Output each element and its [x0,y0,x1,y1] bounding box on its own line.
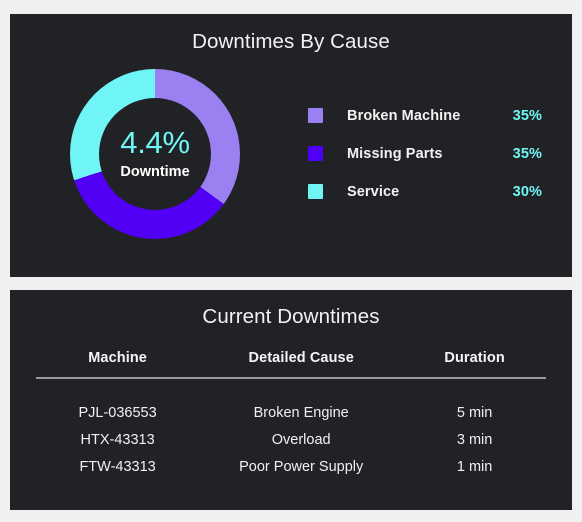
cell-machine: PJL-036553 [78,405,157,421]
donut-center: 4.4% Downtime [99,97,211,210]
legend-color-swatch-icon [308,108,323,123]
table-row[interactable]: FTW-43313 Poor Power Supply 1 min [36,454,546,481]
page-title: Downtimes By Cause [192,30,390,53]
cell-duration: 5 min [456,405,493,421]
chart-legend: Broken Machine 35% Missing Parts 35% Service… [300,108,572,200]
table-column-header[interactable]: Duration [403,349,546,379]
cell-duration: 3 min [456,432,493,448]
legend-color-swatch-icon [308,184,323,199]
legend-item-label: Missing Parts [347,145,443,162]
legend-item[interactable]: Service 30% [308,184,542,200]
donut-center-value: 4.4% [120,125,190,161]
legend-item-percent: 30% [512,183,542,200]
donut-chart-wrapper: 4.4% Downtime [10,68,300,239]
cell-machine: FTW-43313 [79,459,156,475]
downtimes-by-cause-panel: Downtimes By Cause 4.4% Downtime Broken … [10,14,572,277]
table-header-row: Machine Detailed Cause Duration [36,349,546,379]
table-title: Current Downtimes [202,305,380,328]
cell-duration: 1 min [456,459,493,475]
cell-detailed-cause: Broken Engine [253,405,349,421]
legend-item-label: Service [347,183,400,200]
legend-color-swatch-icon [308,146,323,161]
donut-chart: 4.4% Downtime [70,68,240,239]
table-row[interactable]: HTX-43313 Overload 3 min [36,427,546,454]
current-downtimes-panel: Current Downtimes Machine Detailed Cause D… [10,290,572,510]
current-downtimes-table: Machine Detailed Cause Duration PJL-036553… [36,349,546,481]
legend-item[interactable]: Broken Machine 35% [308,108,542,124]
table-row[interactable]: PJL-036553 Broken Engine 5 min [36,378,546,427]
legend-item-percent: 35% [512,145,542,162]
donut-center-label: Downtime [120,164,190,181]
cell-machine: HTX-43313 [80,432,155,448]
cell-detailed-cause: Overload [271,432,331,448]
table-column-header[interactable]: Machine [36,349,200,379]
legend-item[interactable]: Missing Parts 35% [308,146,542,162]
legend-item-label: Broken Machine [347,107,461,124]
table-body: PJL-036553 Broken Engine 5 min HTX-43313 Ove… [36,378,546,481]
legend-item-percent: 35% [512,107,542,124]
cell-detailed-cause: Poor Power Supply [239,459,364,475]
chart-body: 4.4% Downtime Broken Machine 35% Missing P… [10,68,572,239]
dashboard: Downtimes By Cause 4.4% Downtime Broken … [0,0,582,522]
table-column-header[interactable]: Detailed Cause [199,349,404,379]
